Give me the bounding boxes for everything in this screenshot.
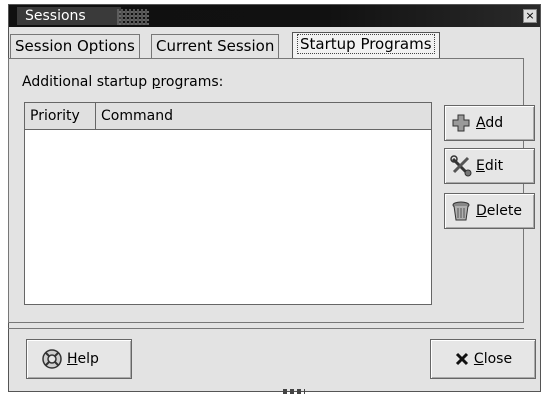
tab-session-options[interactable]: Session Options <box>10 34 140 58</box>
add-button[interactable]: Add <box>444 105 535 141</box>
tab-startup-programs[interactable]: Startup Programs <box>292 32 440 59</box>
delete-label: Delete <box>476 203 522 219</box>
trash-icon <box>450 200 472 222</box>
section-label: Additional startup programs: <box>22 74 224 90</box>
help-label: Help <box>67 351 99 367</box>
tools-icon <box>450 155 472 177</box>
bottom-separator <box>8 328 524 329</box>
edit-label: Edit <box>476 158 504 174</box>
lifebuoy-icon <box>41 348 63 370</box>
help-button[interactable]: Help <box>26 339 132 379</box>
column-header-priority[interactable]: Priority <box>25 103 96 129</box>
edit-button[interactable]: Edit <box>444 148 535 184</box>
title-bar[interactable]: Sessions × <box>9 5 540 27</box>
window-close-button[interactable]: × <box>523 9 537 23</box>
x-icon <box>454 348 470 370</box>
list-header: Priority Command <box>25 103 431 130</box>
column-header-command[interactable]: Command <box>96 103 431 129</box>
close-label: Close <box>473 351 513 367</box>
title-grip <box>117 9 149 25</box>
startup-programs-list[interactable]: Priority Command <box>24 102 432 305</box>
window-title: Sessions <box>17 7 121 25</box>
tab-label: Session Options <box>15 37 135 55</box>
resize-grip[interactable] <box>283 389 305 394</box>
tab-current-session[interactable]: Current Session <box>151 34 280 58</box>
delete-button[interactable]: Delete <box>444 193 535 229</box>
close-button[interactable]: Close <box>430 339 536 379</box>
add-label: Add <box>476 115 504 131</box>
tab-label: Current Session <box>156 37 275 55</box>
plus-icon <box>450 112 472 134</box>
tab-label: Startup Programs <box>297 34 435 54</box>
